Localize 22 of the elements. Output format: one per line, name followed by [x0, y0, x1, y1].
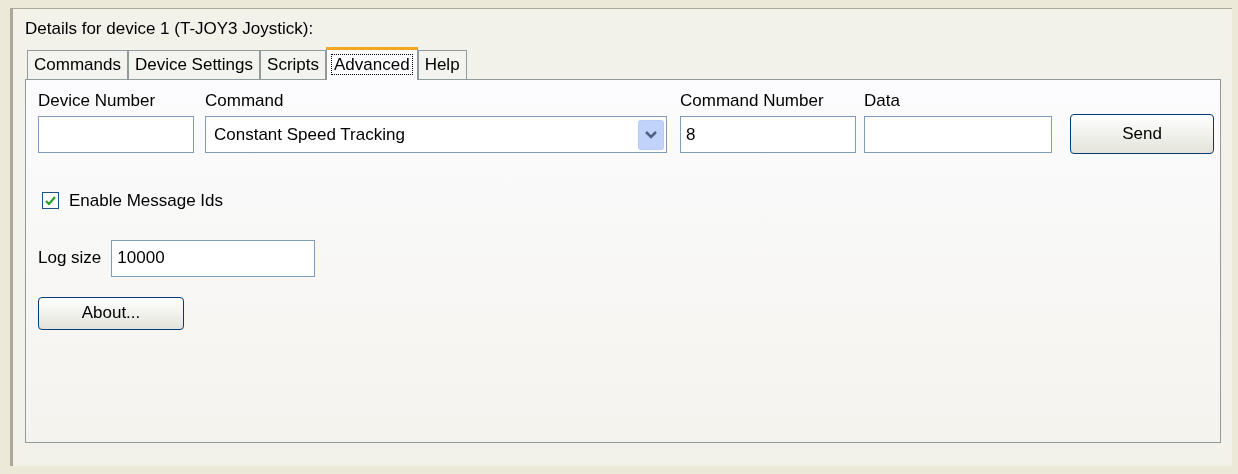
checkbox[interactable]	[42, 192, 59, 210]
tab[interactable]: Commands	[27, 50, 128, 79]
command-number-field[interactable]: 8	[680, 116, 856, 153]
about-button[interactable]: About...	[38, 296, 184, 330]
chevron-down-icon	[638, 119, 664, 150]
field-label: Device Number	[38, 90, 157, 112]
tab[interactable]: Device Settings	[127, 50, 261, 79]
checkbox-label: Enable Message Ids	[69, 190, 224, 212]
field-label: Command Number	[680, 90, 825, 112]
tab[interactable]: Scripts	[260, 50, 326, 79]
send-button[interactable]: Send	[1070, 114, 1214, 154]
field-label: Data	[864, 90, 901, 112]
log-size-label: Log size	[38, 247, 102, 270]
tab[interactable]: Advanced	[326, 47, 418, 80]
log-size-field[interactable]: 10000	[111, 239, 316, 277]
device-number-field[interactable]	[38, 116, 194, 153]
data-field[interactable]	[864, 116, 1052, 153]
field-label: Command	[205, 90, 285, 112]
checkmark-icon	[45, 195, 56, 206]
tab[interactable]: Help	[417, 50, 467, 79]
command-dropdown[interactable]: Constant Speed Tracking	[205, 116, 667, 153]
group-title: Details for device 1 (T-JOY3 Joystick):	[25, 18, 315, 40]
